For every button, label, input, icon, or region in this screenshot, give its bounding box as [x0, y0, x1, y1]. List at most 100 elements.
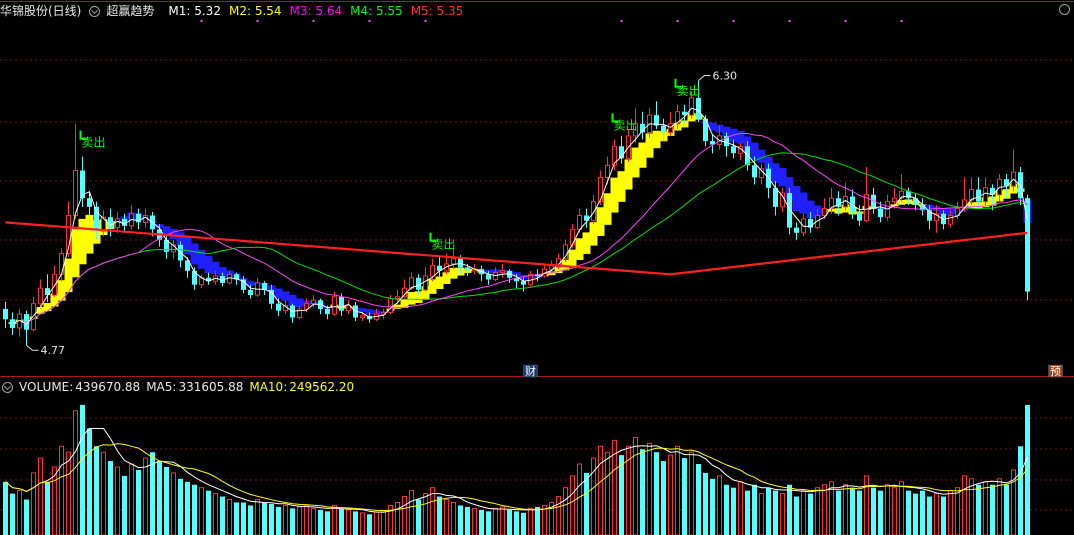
- candle-body: [521, 281, 526, 285]
- volume-bar: [857, 490, 862, 535]
- band-block: [631, 147, 640, 178]
- volume-bar: [17, 490, 22, 535]
- candle-body: [339, 296, 344, 311]
- volume-bar: [353, 511, 358, 535]
- band-block: [71, 229, 80, 278]
- candle-body: [752, 165, 757, 178]
- volume-expand-icon[interactable]: [2, 381, 13, 393]
- volume-bar: [500, 506, 505, 535]
- volume-bar: [815, 487, 820, 535]
- candle-body: [668, 123, 673, 133]
- candle-body: [3, 308, 8, 320]
- volume-bar: [647, 442, 652, 535]
- indicator-name[interactable]: 超赢趋势: [106, 1, 154, 21]
- volume-bar: [850, 487, 855, 535]
- volume-bar: [864, 475, 869, 535]
- candle-body: [332, 296, 337, 315]
- volume-bar: [367, 514, 372, 535]
- band-block: [449, 267, 458, 279]
- volume-bar: [794, 496, 799, 535]
- candle-body: [773, 187, 778, 207]
- expand-icon[interactable]: [89, 5, 101, 17]
- volume-bar: [304, 504, 309, 535]
- band-block: [589, 222, 598, 246]
- band-block: [652, 130, 661, 149]
- stock-title[interactable]: 华锦股份(日线): [0, 1, 81, 21]
- band-block: [624, 159, 633, 190]
- moving-average-lines: [5, 107, 1028, 325]
- volume-ma5-value: 331605.88: [178, 380, 244, 394]
- candle-body: [115, 218, 120, 229]
- band-block: [43, 303, 52, 312]
- volume-bar: [668, 454, 673, 535]
- volume-bar: [297, 506, 302, 535]
- volume-bar: [745, 490, 750, 535]
- volume-bar: [122, 475, 127, 535]
- candle-body: [87, 198, 92, 207]
- candle-body: [465, 267, 470, 271]
- volume-bar: [780, 493, 785, 535]
- ma-mid-line: [19, 133, 1028, 324]
- volume-bar: [136, 469, 141, 535]
- volume-bar: [633, 436, 638, 535]
- volume-bar: [892, 487, 897, 535]
- band-block: [190, 243, 199, 265]
- volume-bar: [241, 502, 246, 535]
- volume-bar: [45, 481, 50, 535]
- volume-bar: [262, 502, 267, 535]
- sell-signal-label-3: 卖出: [677, 84, 701, 98]
- volume-bar: [472, 507, 477, 535]
- volume-bar: [346, 509, 351, 535]
- stock-chart[interactable]: 6.304.77卖出卖出卖出卖出财预: [0, 0, 1074, 535]
- top-marker-5: [620, 20, 623, 22]
- band-block: [358, 308, 367, 312]
- min-price-pointer: [26, 344, 39, 351]
- settings-circle-icon[interactable]: [1059, 4, 1070, 15]
- candle-body: [948, 214, 953, 225]
- band-block: [568, 249, 577, 267]
- volume-bars: [3, 404, 1030, 535]
- candle-body: [570, 228, 575, 246]
- pre-badge-label: 预: [1050, 365, 1061, 378]
- band-block: [792, 185, 801, 211]
- volume-bar: [521, 512, 526, 535]
- volume-bar: [87, 428, 92, 535]
- volume-bar: [465, 506, 470, 535]
- volume-bar: [696, 464, 701, 535]
- volume-bar: [997, 478, 1002, 535]
- volume-bar: [955, 487, 960, 535]
- candle-body: [59, 253, 64, 275]
- volume-bar: [535, 506, 540, 535]
- volume-bar: [878, 490, 883, 535]
- volume-bar: [619, 455, 624, 535]
- band-block: [78, 218, 87, 265]
- volume-bar: [752, 484, 757, 535]
- volume-bar: [213, 493, 218, 535]
- fin-badge-label: 财: [525, 364, 536, 378]
- volume-bar: [66, 451, 71, 535]
- candlestick-series: [3, 80, 1030, 346]
- volume-bar: [395, 501, 400, 535]
- sell-signal-label-2: 卖出: [614, 118, 638, 132]
- candle-body: [451, 258, 456, 265]
- volume-bar: [913, 493, 918, 535]
- volume-bar: [24, 499, 29, 535]
- volume-bar: [822, 484, 827, 535]
- ma-legend-item-2: M2: 5.54: [228, 4, 282, 18]
- candle-body: [500, 270, 505, 274]
- volume-bar: [1025, 404, 1030, 535]
- volume-bar: [423, 493, 428, 535]
- volume-bar: [339, 508, 344, 535]
- max-price-pointer: [698, 75, 711, 81]
- candle-body: [745, 146, 750, 166]
- volume-bar: [493, 507, 498, 535]
- volume-bar: [1018, 446, 1023, 535]
- candle-body: [605, 164, 610, 178]
- volume-bar: [451, 501, 456, 535]
- band-block: [183, 237, 192, 255]
- volume-bar: [801, 490, 806, 535]
- volume-bar: [689, 451, 694, 535]
- candle-body: [38, 287, 43, 305]
- volume-bar: [486, 511, 491, 535]
- volume-bar: [654, 452, 659, 535]
